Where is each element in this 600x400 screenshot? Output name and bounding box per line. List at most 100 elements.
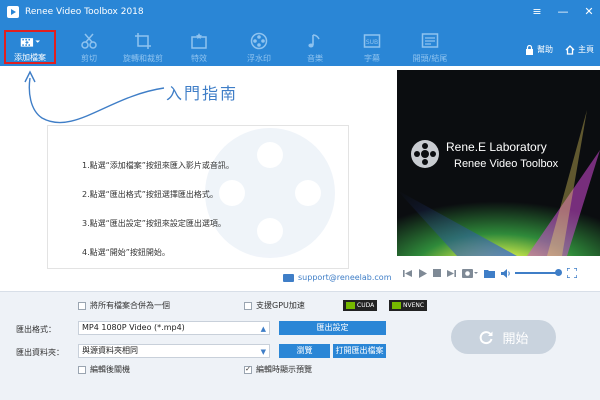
subtitle-button[interactable]: SUB 字幕 [345,27,399,65]
toolbar-right: 幫助 主頁 [525,44,594,55]
app-logo-icon [7,6,19,18]
rotate-crop-button[interactable]: 旋轉和裁剪 [116,27,170,65]
merge-label: 將所有檔案合併為一個 [90,301,170,310]
support-link[interactable]: support@reneelab.com [283,273,392,282]
watermark-label: 浮水印 [247,54,271,63]
watermark-button[interactable]: 浮水印 [232,27,286,65]
skip-forward-icon [447,269,456,277]
home-button[interactable]: 主頁 [565,44,594,55]
preview-brand-line1: Rene.E Laboratory [446,140,547,154]
nvidia-icon-2 [392,302,401,309]
nvenc-badge: NVENC [389,300,428,311]
lock-icon [526,44,533,55]
music-button[interactable]: 音樂 [288,27,342,65]
guide-step-3: 3.點選“匯出設定”按鈕來設定匯出選項。 [82,219,226,228]
play-icon [419,268,427,278]
start-button[interactable]: 開始 [451,320,556,354]
add-file-label: 添加檔案 [14,53,46,62]
open-export-folder-button[interactable]: 打開匯出檔案 [333,344,386,358]
browse-button[interactable]: 瀏覽 [279,344,330,358]
show-preview-checkbox[interactable]: ✓ 編輯時顯示預覽 [244,364,312,375]
skip-back-icon [403,269,412,277]
volume-slider[interactable] [515,269,562,276]
subtitle-icon: SUB [362,31,382,51]
home-icon [565,44,575,55]
rotate-crop-icon [133,31,153,51]
add-file-icon [20,34,40,50]
cut-label: 剪切 [81,54,97,63]
refresh-icon [480,331,493,345]
cuda-badge: CUDA [343,300,378,311]
merge-checkbox-box[interactable] [78,301,86,310]
effects-icon [189,31,209,51]
play-button[interactable] [418,268,427,278]
music-label: 音樂 [307,54,323,63]
player-controls [397,262,600,284]
nvidia-icon [346,302,355,309]
film-reel-icon [411,140,439,168]
effects-label: 特效 [191,54,207,63]
chevron-up-icon: ▲ [260,325,266,333]
mail-icon [283,273,294,282]
intro-outro-button[interactable]: 開頭/結尾 [403,27,457,65]
prev-button[interactable] [403,269,412,278]
folder-icon [484,269,495,278]
video-preview: Rene.E Laboratory Renee Video Toolbox [397,70,600,256]
shutdown-checkbox-box[interactable] [78,365,86,374]
format-label: 匯出格式： [16,325,56,334]
cuda-label: CUDA [357,302,375,309]
minimize-icon[interactable]: — [556,0,570,24]
export-settings-button[interactable]: 匯出設定 [279,321,386,335]
subtitle-label: 字幕 [364,54,380,63]
music-icon [305,31,325,51]
app-window: Renee Video Toolbox 2018 ≡ — ✕ 添加檔案 剪切 旋… [0,0,600,400]
add-file-button[interactable]: 添加檔案 [4,30,56,64]
start-label: 開始 [502,331,529,347]
preview-brand-line2: Renee Video Toolbox [454,158,559,170]
fullscreen-button[interactable] [567,268,577,278]
guide-step-1: 1.點選“添加檔案”按鈕來匯入影片或音訊。 [82,161,234,170]
format-select[interactable]: MP4 1080P Video (*.mp4) ▲ [78,321,270,335]
show-preview-label: 編輯時顯示預覽 [256,365,312,374]
help-label: 幫助 [537,45,553,54]
folder-select[interactable]: 與源資料夾相同 ▼ [78,344,270,358]
folder-label: 匯出資料夾： [16,348,64,357]
support-email: support@reneelab.com [298,273,392,282]
toolbar: 添加檔案 剪切 旋轉和裁剪 特效 浮水印 音樂 SUB 字幕 開頭/結尾 幫助 … [0,24,600,66]
intro-outro-label: 開頭/結尾 [412,54,448,63]
home-label: 主頁 [578,45,594,54]
show-preview-checkbox-box[interactable]: ✓ [244,365,252,374]
shutdown-checkbox[interactable]: 編輯後關機 [78,364,130,375]
gpu-label: 支援GPU加速 [256,301,305,310]
guide-step-4: 4.點選“開始”按鈕開始。 [82,248,170,257]
volume-knob[interactable] [555,269,562,276]
volume-icon [501,268,510,278]
cut-button[interactable]: 剪切 [62,27,116,65]
stop-button[interactable] [433,269,441,277]
gpu-checkbox[interactable]: 支援GPU加速 [244,300,305,311]
chevron-down-icon: ▼ [260,348,266,356]
guide-title: 入門指南 [166,84,239,103]
intro-outro-icon [420,31,440,51]
gpu-checkbox-box[interactable] [244,301,252,310]
folder-value: 與源資料夾相同 [82,346,138,355]
guide-step-2: 2.點選“匯出格式”按鈕選擇匯出格式。 [82,190,218,199]
volume-button[interactable] [501,268,511,278]
snapshot-button[interactable] [462,268,478,278]
menu-icon[interactable]: ≡ [530,0,544,24]
window-controls: ≡ — ✕ [530,0,596,24]
nvenc-label: NVENC [403,302,425,309]
watermark-icon [249,31,269,51]
help-button[interactable]: 幫助 [525,44,553,55]
close-icon[interactable]: ✕ [582,0,596,24]
window-title: Renee Video Toolbox 2018 [25,7,144,17]
svg-text:SUB: SUB [366,39,378,46]
open-folder-preview-button[interactable] [484,269,495,278]
rotate-crop-label: 旋轉和裁剪 [123,54,163,63]
effects-button[interactable]: 特效 [172,27,226,65]
shutdown-label: 編輯後關機 [90,365,130,374]
film-reel-watermark-icon [205,128,335,258]
camera-icon [462,269,478,278]
next-button[interactable] [447,269,456,278]
merge-checkbox[interactable]: 將所有檔案合併為一個 [78,300,170,311]
